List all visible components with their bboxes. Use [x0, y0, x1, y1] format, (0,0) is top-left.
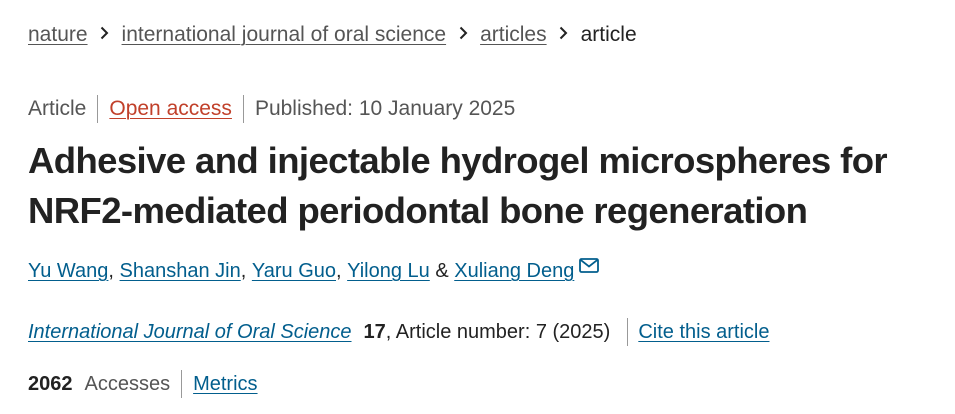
envelope-icon[interactable]	[579, 253, 600, 281]
article-number: , Article number: 7 (2025)	[385, 321, 611, 343]
divider	[242, 95, 244, 123]
breadcrumb-link-nature[interactable]: nature	[28, 21, 88, 49]
accesses-count: 2062	[28, 373, 73, 395]
breadcrumb-link-articles[interactable]: articles	[480, 21, 547, 49]
open-access-link[interactable]: Open access	[109, 95, 232, 123]
chevron-right-icon	[547, 21, 581, 49]
breadcrumb-current: article	[580, 23, 637, 46]
author-list: Yu Wang, Shanshan Jin, Yaru Guo, Yilong …	[28, 257, 600, 285]
accesses-label: Accesses	[84, 373, 171, 395]
journal-link[interactable]: International Journal of Oral Science	[28, 318, 352, 346]
chevron-right-icon	[88, 21, 122, 49]
cite-this-article-link[interactable]: Cite this article	[638, 318, 769, 346]
metrics-row: 2062 Accesses Metrics	[28, 370, 258, 398]
author-link[interactable]: Yu Wang	[28, 257, 108, 285]
divider	[181, 370, 183, 398]
author-link[interactable]: Yilong Lu	[347, 257, 430, 285]
breadcrumb-link-journal[interactable]: international journal of oral science	[122, 21, 447, 49]
divider	[627, 318, 629, 346]
author-separator: ,	[240, 260, 252, 282]
metrics-link[interactable]: Metrics	[193, 370, 257, 398]
article-title-line-2: NRF2-mediated periodontal bone regenerat…	[28, 190, 808, 231]
article-type: Article	[28, 97, 87, 120]
author-ampersand: &	[429, 260, 455, 282]
citation-row: International Journal of Oral Science 17…	[28, 318, 769, 346]
author-link[interactable]: Yaru Guo	[252, 257, 336, 285]
article-title-line-1: Adhesive and injectable hydrogel microsp…	[28, 140, 888, 181]
article-title: Adhesive and injectable hydrogel microsp…	[28, 136, 943, 236]
chevron-right-icon	[446, 21, 480, 49]
divider	[97, 95, 99, 123]
breadcrumb: nature international journal of oral sci…	[28, 21, 637, 49]
author-link[interactable]: Shanshan Jin	[120, 257, 241, 285]
published-date: Published: 10 January 2025	[254, 97, 516, 120]
article-meta: Article Open access Published: 10 Januar…	[28, 95, 515, 123]
author-link-corresponding[interactable]: Xuliang Deng	[454, 257, 574, 285]
author-separator: ,	[108, 260, 120, 282]
author-separator: ,	[336, 260, 348, 282]
volume-number: 17	[363, 321, 386, 343]
